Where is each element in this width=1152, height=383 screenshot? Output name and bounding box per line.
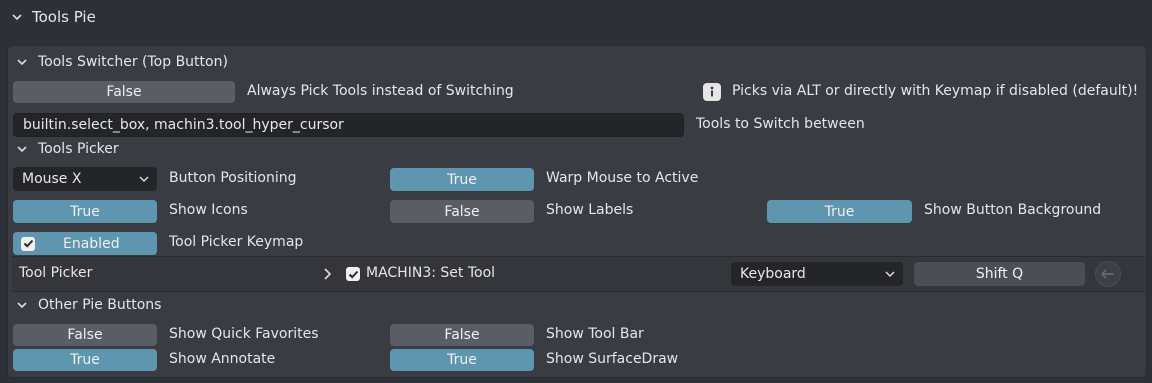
chevron-down-icon [885,271,895,278]
keymap-active-checkbox[interactable] [346,267,360,281]
keymap-operator: MACHIN3: Set Tool [366,265,496,281]
info-icon [703,83,721,101]
info-text: Picks via ALT or directly with Keymap if… [732,83,1139,99]
tool-bar-label: Show Tool Bar [546,326,644,342]
show-icons-toggle[interactable]: True [13,200,157,223]
keymap-enabled-toggle[interactable]: Enabled [13,232,157,255]
tool-bar-toggle[interactable]: False [390,324,534,346]
keymap-label: Tool Picker Keymap [169,234,304,250]
chevron-down-icon [17,300,27,310]
warp-mouse-label: Warp Mouse to Active [546,170,699,186]
switcher-header[interactable]: Tools Switcher (Top Button) [17,51,228,73]
tools-switch-label: Tools to Switch between [696,116,865,132]
positioning-value: Mouse X [22,171,82,187]
annotate-toggle[interactable]: True [13,349,157,371]
tools-switch-input[interactable]: builtin.select_box, machin3.tool_hyper_c… [13,113,684,137]
remove-icon[interactable] [1095,261,1121,287]
show-icons-label: Show Icons [169,202,248,218]
chevron-right-icon[interactable] [322,268,332,284]
chevron-down-icon [17,57,27,67]
chevron-down-icon [12,12,22,22]
show-bg-label: Show Button Background [924,202,1102,218]
surfacedraw-label: Show SurfaceDraw [546,351,679,367]
chevron-down-icon [17,144,27,154]
quick-favorites-toggle[interactable]: False [13,324,157,346]
positioning-dropdown[interactable]: Mouse X [13,167,157,191]
other-header[interactable]: Other Pie Buttons [17,294,161,316]
positioning-label: Button Positioning [169,170,297,186]
section-title: Tools Pie [32,8,96,26]
key-binding-button[interactable]: Shift Q [914,262,1085,286]
other-title: Other Pie Buttons [38,297,162,313]
surfacedraw-toggle[interactable]: True [390,349,534,371]
input-type-value: Keyboard [740,266,806,282]
keymap-name: Tool Picker [19,265,93,281]
picker-title: Tools Picker [38,141,119,157]
switcher-title: Tools Switcher (Top Button) [38,54,228,70]
tools-pie-header[interactable]: Tools Pie [0,0,1152,34]
chevron-down-icon [139,176,149,183]
show-labels-toggle[interactable]: False [390,200,534,223]
annotate-label: Show Annotate [169,351,276,367]
warp-mouse-toggle[interactable]: True [390,168,534,191]
input-type-dropdown[interactable]: Keyboard [731,262,903,286]
quick-favorites-label: Show Quick Favorites [169,326,319,342]
always-pick-toggle[interactable]: False [13,81,235,103]
show-labels-label: Show Labels [546,202,634,218]
checkbox-checked-icon [21,236,35,251]
keymap-enabled-text: Enabled [63,235,120,252]
show-bg-toggle[interactable]: True [767,200,912,223]
picker-header[interactable]: Tools Picker [17,138,119,160]
always-pick-label: Always Pick Tools instead of Switching [247,83,514,99]
checkbox-checked-icon [348,270,358,279]
